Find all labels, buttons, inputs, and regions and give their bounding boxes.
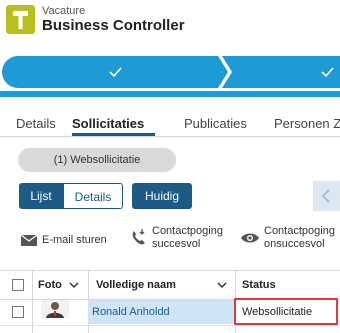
send-email-action[interactable]: E-mail sturen <box>20 225 110 251</box>
record-type-label: Vacature <box>42 5 86 17</box>
list-view-button[interactable]: Lijst <box>19 183 63 209</box>
email-icon <box>20 234 38 246</box>
contact-success-label-1: Contactpoging <box>152 225 223 237</box>
eye-icon <box>241 233 259 243</box>
phone-success-icon <box>132 229 145 245</box>
filter-pill[interactable]: (1) Websollicitatie <box>18 148 176 172</box>
app-header: Vacature Business Controller <box>0 0 340 44</box>
step-1[interactable] <box>2 56 228 88</box>
stepper-underline <box>0 91 340 97</box>
tab-sollicitaties[interactable]: Sollicitaties <box>72 116 144 131</box>
current-button[interactable]: Huidig <box>132 183 192 209</box>
tab-bar: Details Sollicitaties Publicaties Person… <box>0 112 340 137</box>
app-logo <box>6 5 35 34</box>
contact-fail-label-1: Contactpoging <box>264 225 335 237</box>
column-header-foto[interactable]: Foto <box>38 279 62 291</box>
contact-success-label-2: succesvol <box>152 238 201 250</box>
tab-publicaties[interactable]: Publicaties <box>184 116 247 131</box>
chevron-left-icon <box>321 189 330 203</box>
row-checkbox[interactable] <box>12 306 24 318</box>
contact-fail-label-2: onsuccesvol <box>264 238 325 250</box>
details-view-button[interactable]: Details <box>63 183 123 209</box>
column-header-status[interactable]: Status <box>242 279 276 291</box>
select-all-checkbox[interactable] <box>12 279 24 291</box>
column-header-name[interactable]: Volledige naam <box>96 279 176 291</box>
tab-details[interactable]: Details <box>16 116 56 131</box>
contact-fail-action[interactable]: Contactpoging onsuccesvol <box>240 225 340 253</box>
previous-button[interactable] <box>313 181 340 211</box>
contact-success-action[interactable]: Contactpoging succesvol <box>130 225 223 253</box>
candidate-name-link[interactable]: Ronald Anholdd <box>92 306 170 318</box>
avatar <box>41 300 69 318</box>
send-email-label: E-mail sturen <box>42 234 107 246</box>
progress-stepper <box>0 56 340 88</box>
status-value: Websollicitatie <box>242 306 313 318</box>
active-tab-indicator <box>72 133 155 136</box>
tab-personen[interactable]: Personen Zo <box>274 116 340 131</box>
table-header: Foto Volledige naam Status <box>0 270 340 300</box>
chevron-down-icon[interactable] <box>69 282 79 289</box>
page-title: Business Controller <box>42 17 185 34</box>
chevron-down-icon[interactable] <box>217 282 227 289</box>
hammer-icon <box>13 11 28 29</box>
